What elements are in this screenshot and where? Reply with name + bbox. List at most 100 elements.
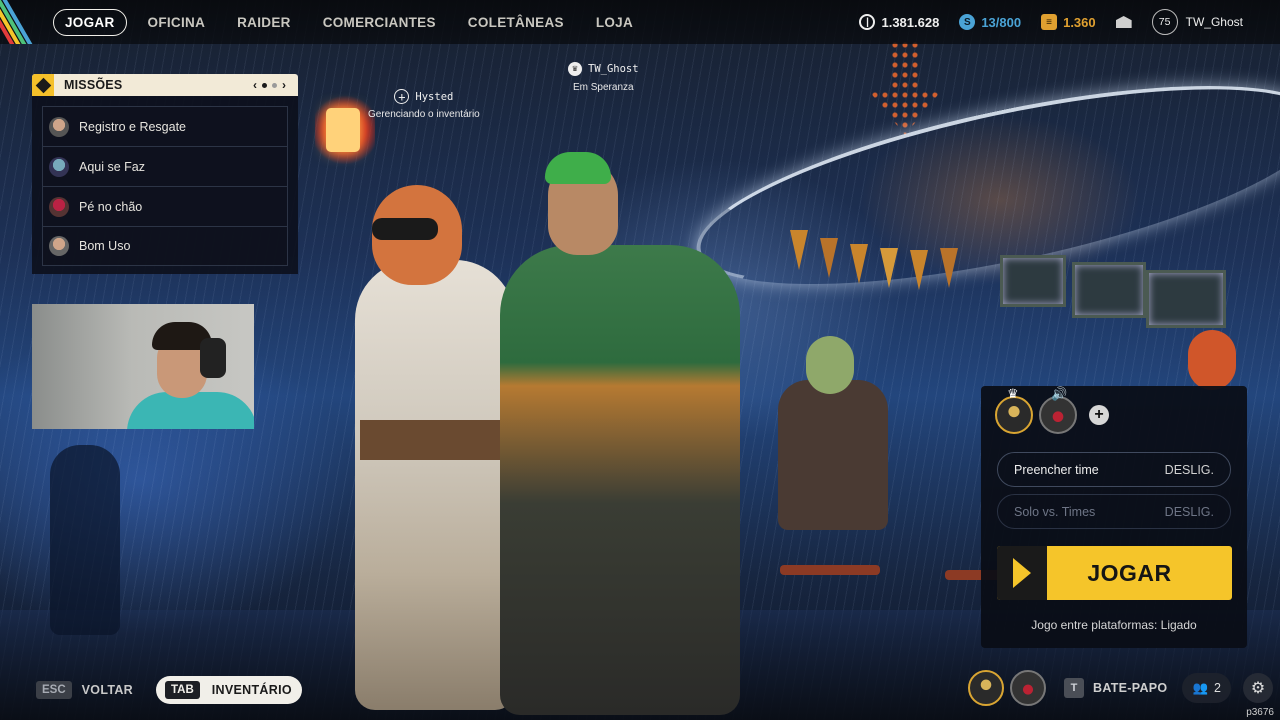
missions-list: Registro e Resgate Aqui se Faz Pé no chã… xyxy=(32,96,298,274)
npc-head-right xyxy=(1188,330,1236,390)
mission-label: Pé no chão xyxy=(79,199,143,214)
esc-key-hint[interactable]: ESC xyxy=(36,681,72,699)
add-squad-member-button[interactable]: + xyxy=(1089,405,1109,425)
mission-item[interactable]: Aqui se Faz xyxy=(42,146,288,186)
player-tag-main: ♛ TW_Ghost Em Speranza xyxy=(568,62,639,93)
mission-giver-avatar xyxy=(49,196,69,217)
ally-character-body xyxy=(355,260,515,710)
squad-row: ♛ 🔊 + xyxy=(995,386,1109,434)
play-button[interactable]: JOGAR xyxy=(997,546,1232,600)
mission-label: Aqui se Faz xyxy=(79,159,146,174)
missions-diamond-icon xyxy=(32,74,54,96)
nav-tab-oficina[interactable]: OFICINA xyxy=(137,10,217,35)
page-dot xyxy=(272,82,277,88)
chevron-right-icon[interactable]: › xyxy=(282,78,286,92)
headset xyxy=(200,338,226,378)
ally-character-goggles xyxy=(372,218,438,240)
inventory-label: INVENTÁRIO xyxy=(211,683,292,697)
bar-stool xyxy=(780,565,880,575)
play-chevron-icon xyxy=(997,546,1047,600)
party-member-avatar[interactable] xyxy=(968,670,1004,706)
solo-vs-teams-value: DESLIG. xyxy=(1164,504,1214,519)
fill-team-toggle[interactable]: Preencher time DESLIG. xyxy=(997,452,1231,487)
main-nav: JOGAR OFICINA RAIDER COMERCIANTES COLETÂ… xyxy=(53,9,654,36)
gear-icon[interactable]: ⚙ xyxy=(1243,673,1273,703)
npc-head xyxy=(806,336,854,394)
player-character-hair xyxy=(545,152,611,184)
brand-stripes-logo xyxy=(0,0,48,44)
crossplay-status: Jogo entre plataformas: Ligado xyxy=(1031,618,1197,632)
player-name[interactable]: TW_Ghost xyxy=(1186,15,1243,29)
nav-tab-comerciantes[interactable]: COMERCIANTES xyxy=(312,10,447,35)
play-panel: ♛ 🔊 + Preencher time DESLIG. Solo vs. Ti… xyxy=(981,386,1247,648)
player-tag-name: TW_Ghost xyxy=(588,63,639,75)
mission-giver-avatar xyxy=(49,156,69,177)
tab-key-hint: TAB xyxy=(165,681,200,699)
coins-amount: 1.381.628 xyxy=(881,14,940,30)
currency-bar: | 1.381.628 S 13/800 ≡ 1.360 75 TW_Ghost xyxy=(859,0,1280,44)
player-level-badge[interactable]: 75 xyxy=(1151,9,1178,35)
ally-tag-status: Gerenciando o inventário xyxy=(368,109,480,120)
bottom-left-controls: ESC VOLTAR TAB INVENTÁRIO xyxy=(36,676,302,704)
crown-icon: ♛ xyxy=(1007,386,1019,401)
friends-icon: 👥 xyxy=(1192,680,1209,695)
crown-icon: ♛ xyxy=(568,62,582,76)
missions-pager: ‹ › xyxy=(253,78,286,92)
mission-item[interactable]: Bom Uso xyxy=(42,226,288,266)
nav-tab-loja[interactable]: LOJA xyxy=(585,10,644,35)
bottom-right-controls: T BATE-PAPO 👥 2 ⚙ xyxy=(968,670,1273,706)
nav-tab-raider[interactable]: RAIDER xyxy=(226,10,302,35)
gold-currency: ≡ 1.360 xyxy=(1041,14,1096,30)
inventory-button[interactable]: TAB INVENTÁRIO xyxy=(156,676,302,704)
npc-body xyxy=(778,380,888,530)
crt-monitor xyxy=(1146,270,1226,328)
player-character-body xyxy=(500,245,740,715)
missions-panel: MISSÕES ‹ › Registro e Resgate Aqui se F… xyxy=(32,74,298,274)
background-silhouette xyxy=(50,445,120,635)
play-button-label: JOGAR xyxy=(1087,559,1172,586)
lamp xyxy=(326,108,360,152)
streamer-shirt xyxy=(127,392,254,429)
blue-currency: S 13/800 xyxy=(959,14,1021,30)
nav-tab-jogar[interactable]: JOGAR xyxy=(53,9,127,36)
squad-member-avatar[interactable]: 🔊 xyxy=(1039,386,1077,434)
missions-header: MISSÕES ‹ › xyxy=(32,74,298,96)
mission-label: Registro e Resgate xyxy=(79,119,187,134)
mission-item[interactable]: Pé no chão xyxy=(42,186,288,226)
missions-title: MISSÕES xyxy=(64,78,123,92)
coin-icon: | xyxy=(859,14,876,30)
squad-member-avatar[interactable]: ♛ xyxy=(995,386,1033,434)
player-tag-status: Em Speranza xyxy=(572,82,634,93)
blue-currency-amount: 13/800 xyxy=(981,14,1022,30)
add-friend-icon[interactable]: + xyxy=(394,89,410,104)
fill-team-value: DESLIG. xyxy=(1164,462,1214,477)
mission-giver-avatar xyxy=(49,116,69,137)
chat-button[interactable]: BATE-PAPO xyxy=(1093,681,1167,695)
crt-monitor xyxy=(1072,262,1146,318)
chevron-left-icon[interactable]: ‹ xyxy=(253,78,257,92)
friends-button[interactable]: 👥 2 xyxy=(1182,673,1231,703)
speaker-icon: 🔊 xyxy=(1051,386,1068,401)
top-navigation-bar: JOGAR OFICINA RAIDER COMERCIANTES COLETÂ… xyxy=(0,0,1280,44)
webcam-overlay xyxy=(32,304,254,429)
solo-vs-teams-toggle[interactable]: Solo vs. Times DESLIG. xyxy=(997,494,1231,529)
pennant-flags xyxy=(790,230,990,320)
gold-currency-amount: 1.360 xyxy=(1063,14,1096,30)
page-dot-active xyxy=(262,82,267,88)
mail-icon[interactable] xyxy=(1115,16,1132,28)
fill-team-label: Preencher time xyxy=(1014,462,1099,477)
party-member-avatar[interactable] xyxy=(1010,670,1046,706)
mission-item[interactable]: Registro e Resgate xyxy=(42,106,288,146)
ally-tag-name: Hysted xyxy=(415,90,454,103)
coins-currency: | 1.381.628 xyxy=(859,14,939,30)
gold-bars-icon: ≡ xyxy=(1041,14,1058,30)
build-id: p3676 xyxy=(1246,707,1274,718)
friends-count: 2 xyxy=(1214,681,1221,695)
chat-key-hint: T xyxy=(1064,678,1084,698)
solo-vs-teams-label: Solo vs. Times xyxy=(1014,504,1096,519)
player-tag-ally: + Hysted Gerenciando o inventário xyxy=(368,89,480,120)
mission-giver-avatar xyxy=(49,236,69,256)
nav-tab-coletaneas[interactable]: COLETÂNEAS xyxy=(457,10,575,35)
back-label[interactable]: VOLTAR xyxy=(82,683,133,697)
ally-character-belt xyxy=(360,420,510,460)
